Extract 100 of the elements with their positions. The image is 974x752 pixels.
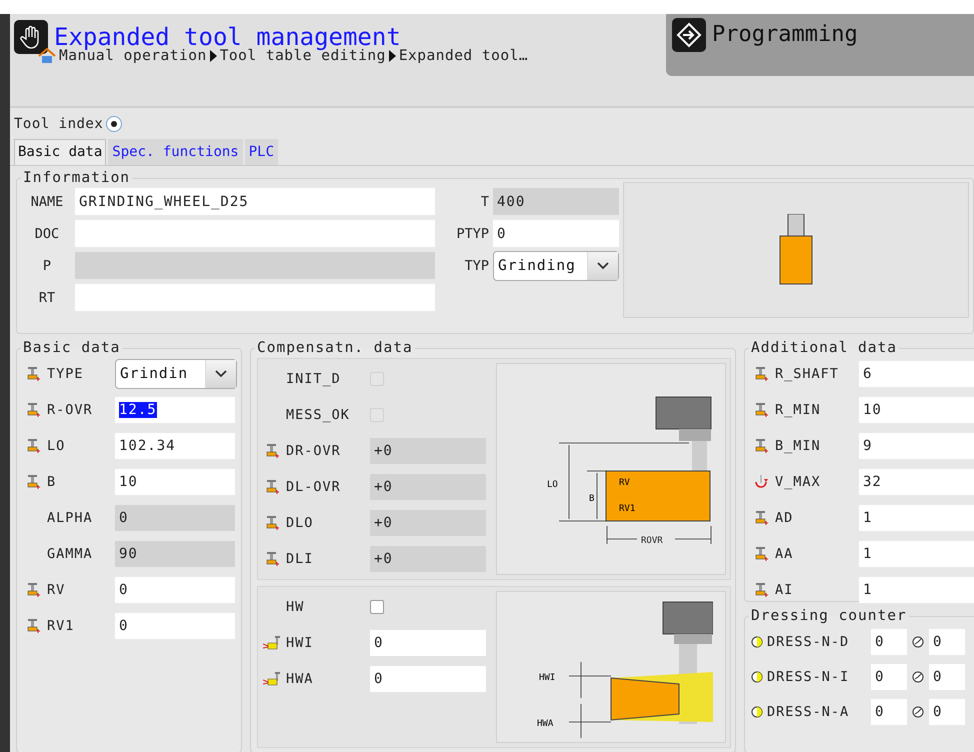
half-circle-icon [751,670,763,682]
tab[interactable]: Basic data [14,139,106,165]
input-field[interactable]: 0 [115,613,235,639]
field-label: TYP [464,258,489,274]
field-label: DR-OVR [286,443,342,459]
home-icon[interactable] [38,48,56,64]
checkbox[interactable] [370,600,384,614]
tool-icon [25,582,41,598]
separator-icon [388,50,396,62]
input-field[interactable]: 1 [859,577,974,603]
input-field[interactable]: 0 [871,698,907,724]
field-label: HWA [286,671,314,687]
input-field[interactable]: 0 [370,666,486,692]
tool-icon [264,515,280,531]
input-field[interactable]: 0 [929,628,965,654]
tool-icon [753,438,769,454]
wedge-icon [263,635,281,651]
input-field[interactable]: 0 [871,664,907,690]
radio-button[interactable] [106,116,122,132]
field-label: B_MIN [775,438,822,454]
input-field[interactable]: 10 [115,469,235,495]
diagram-label: HWI [539,673,556,683]
chevron-down-icon [214,369,228,379]
field-label: RT [38,290,56,306]
tool-icon [25,366,41,382]
half-circle-icon [751,706,763,718]
field-label: MESS_OK [286,407,351,423]
breadcrumb-item[interactable]: Manual operation [59,48,207,64]
panel-title: Basic data [22,340,122,356]
tool-index-label: Tool index [14,116,104,132]
field-label: DL-OVR [286,479,342,495]
field-label: RV [47,582,66,598]
field-label: DRESS-N-A [767,704,850,720]
input-field[interactable]: 0 [871,628,907,654]
type-dropdown[interactable]: Grinding [493,250,619,280]
field-label: GAMMA [47,546,94,562]
field-label: DLI [286,551,314,567]
input-field[interactable]: 0 [929,664,965,690]
breadcrumb-item[interactable]: Expanded tool… [398,48,528,64]
tool-icon [25,618,41,634]
tool-icon [25,438,41,454]
dial-icon [911,706,925,718]
panel-title: Dressing counter [750,608,908,624]
input-field[interactable]: 6 [859,361,974,387]
input-field[interactable]: 0 [929,698,965,724]
input-field[interactable]: 1 [859,505,974,531]
tab[interactable]: PLC [244,139,278,165]
tool-icon [753,510,769,526]
input-field[interactable]: 1 [859,541,974,567]
diagram-label: RV1 [619,504,636,514]
input-field[interactable]: 0 [493,220,619,247]
field-label: V_MAX [775,474,822,490]
type-dropdown[interactable]: Grindin [115,359,237,389]
field-label: INIT_D [286,371,342,387]
diagram-label: B [589,494,594,504]
field-label: LO [47,438,66,454]
tool-icon [264,551,280,567]
chevron-down-icon [596,260,610,270]
input-field[interactable]: 12.5 [115,397,235,423]
diagram-label: RV [619,478,630,488]
diagram-label: ROVR [641,536,663,546]
field-label: DOC [34,226,60,242]
tool-icon [753,546,769,562]
separator-icon [210,50,217,62]
tab[interactable]: Spec. functions [108,139,243,165]
input-field[interactable]: 0 [115,577,235,603]
field-label: R_SHAFT [775,366,840,382]
input-field[interactable]: 32 [859,469,974,495]
tool-icon [753,402,769,418]
field-label: T [480,194,489,210]
field-label: B [47,474,58,490]
rotation-arrow-icon [753,474,769,490]
input-field[interactable]: GRINDING_WHEEL_D25 [75,188,435,215]
input-field[interactable]: 0 [370,630,486,656]
panel-title: Information [22,170,132,186]
tool-icon [25,402,41,418]
mode-button[interactable]: Programming [666,14,974,76]
half-circle-icon [751,636,763,648]
field-label: HW [286,599,306,615]
panel-title: Additional data [750,340,898,356]
input-field[interactable]: 102.34 [115,433,235,459]
hand-icon [14,20,48,54]
panel-title: Compensatn. data [256,340,414,356]
field-label: TYPE [47,366,85,382]
field-label: PTYP [455,226,489,242]
field-label: DRESS-N-D [767,634,850,650]
input-field[interactable]: 9 [859,433,974,459]
tool-icon [264,443,280,459]
field-label: DRESS-N-I [767,668,850,684]
tool-preview-drawing [779,214,813,286]
field-label: RV1 [47,618,76,634]
field-label: AD [775,510,794,526]
field-label: P [42,258,52,274]
field-label: DLO [286,515,314,531]
diagram-label: LO [547,480,558,490]
field-label: AA [775,546,794,562]
field-label: HWI [286,635,314,651]
field-label: R-OVR [47,402,94,418]
field-label: ALPHA [47,510,94,526]
input-field[interactable]: 10 [859,397,974,423]
